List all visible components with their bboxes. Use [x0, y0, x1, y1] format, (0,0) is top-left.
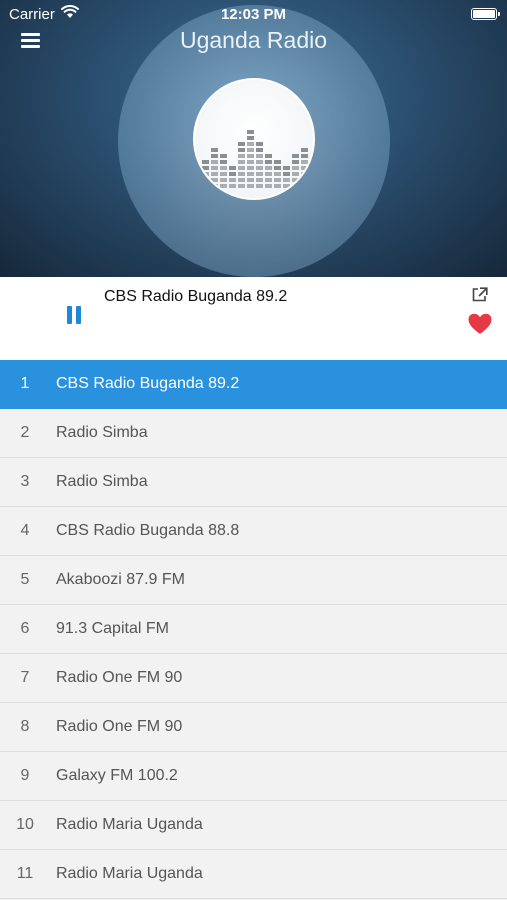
station-name: Radio One FM 90 — [56, 718, 183, 735]
station-row[interactable]: 10 Radio Maria Uganda — [0, 801, 507, 850]
heart-icon[interactable] — [468, 313, 492, 340]
station-name: Radio Maria Uganda — [56, 865, 203, 882]
station-name: CBS Radio Buganda 89.2 — [56, 375, 240, 392]
station-row[interactable]: 4 CBS Radio Buganda 88.8 — [0, 507, 507, 556]
equalizer-icon — [193, 78, 315, 200]
station-number: 5 — [20, 571, 30, 588]
station-name: Radio One FM 90 — [56, 669, 183, 686]
station-number: 9 — [20, 767, 30, 784]
station-name: Galaxy FM 100.2 — [56, 767, 178, 784]
station-name: CBS Radio Buganda 88.8 — [56, 522, 240, 539]
header: Carrier 12:03 PM Uganda Radio — [0, 0, 507, 277]
station-name: 91.3 Capital FM — [56, 620, 169, 637]
station-number: 2 — [20, 424, 30, 441]
app: Carrier 12:03 PM Uganda Radio CBS Radio … — [0, 0, 507, 900]
page-title: Uganda Radio — [179, 27, 328, 53]
station-row[interactable]: 6 91.3 Capital FM — [0, 605, 507, 654]
station-number: 7 — [20, 669, 30, 686]
station-number: 1 — [20, 375, 30, 392]
share-icon[interactable] — [472, 287, 488, 307]
station-name: Akaboozi 87.9 FM — [56, 571, 185, 588]
station-row[interactable]: 1 CBS Radio Buganda 89.2 — [0, 360, 507, 409]
station-row[interactable]: 8 Radio One FM 90 — [0, 703, 507, 752]
station-name: Radio Simba — [56, 424, 148, 441]
station-number: 11 — [16, 865, 34, 882]
station-number: 8 — [20, 718, 30, 735]
now-playing-title: CBS Radio Buganda 89.2 — [104, 288, 288, 305]
station-number: 6 — [20, 620, 30, 637]
station-row[interactable]: 3 Radio Simba — [0, 458, 507, 507]
station-number: 3 — [20, 473, 30, 490]
station-name: Radio Simba — [56, 473, 148, 490]
station-list: 1 CBS Radio Buganda 89.2 2 Radio Simba 3 Radi… — [0, 360, 507, 899]
station-row[interactable]: 9 Galaxy FM 100.2 — [0, 752, 507, 801]
station-row[interactable]: 11 Radio Maria Uganda — [0, 850, 507, 899]
station-row[interactable]: 5 Akaboozi 87.9 FM — [0, 556, 507, 605]
station-row[interactable]: 2 Radio Simba — [0, 409, 507, 458]
station-row[interactable]: 7 Radio One FM 90 — [0, 654, 507, 703]
station-number: 4 — [20, 522, 30, 539]
station-name: Radio Maria Uganda — [56, 816, 203, 833]
pause-icon[interactable] — [65, 306, 83, 326]
clock: 12:03 PM — [220, 6, 287, 23]
battery-icon — [471, 8, 500, 20]
status-bar: Carrier 12:03 PM — [0, 0, 507, 28]
station-number: 10 — [16, 816, 34, 833]
